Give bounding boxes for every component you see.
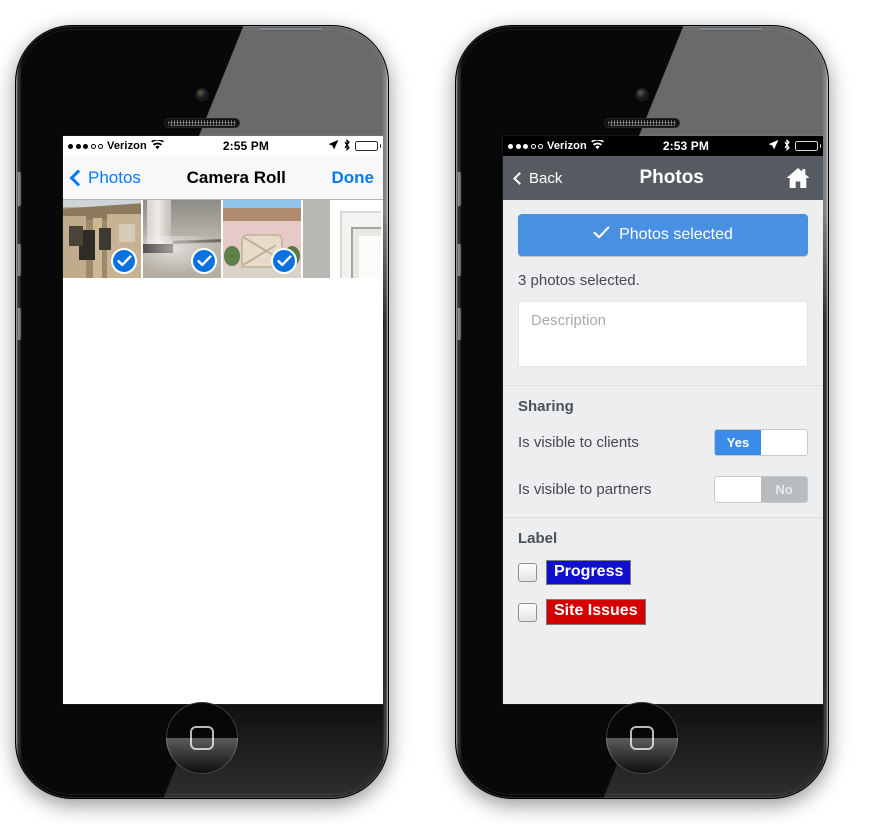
bluetooth-icon	[343, 138, 351, 154]
power-button-right[interactable]	[700, 27, 762, 31]
photo-thumbnail[interactable]	[143, 200, 221, 278]
signal-strength-dots	[508, 143, 543, 149]
chevron-left-icon	[69, 169, 87, 186]
signal-strength-dots	[68, 143, 103, 149]
label-row-site-issues: Site Issues	[503, 594, 823, 633]
description-field-wrap	[503, 301, 823, 385]
checkmark-icon	[111, 248, 137, 274]
carrier-label: Verizon	[547, 140, 587, 152]
earpiece-speaker-right	[604, 118, 680, 128]
screen-left: Verizon 2:55 PM Photos Camera Roll Done	[63, 136, 383, 704]
sharing-section-title: Sharing	[518, 398, 574, 415]
front-camera-right	[636, 89, 648, 100]
wifi-icon	[591, 139, 604, 153]
progress-tag[interactable]: Progress	[546, 560, 632, 586]
visible-to-partners-label: Is visible to partners	[518, 481, 652, 498]
toggle-knob	[761, 430, 807, 455]
volume-up-button-left[interactable]	[17, 244, 21, 276]
home-square-icon	[190, 726, 214, 750]
photo-thumbnail[interactable]	[63, 200, 141, 278]
sharing-section: Sharing Is visible to clients Yes Is vis…	[503, 385, 823, 517]
status-bar-left: Verizon 2:55 PM	[63, 136, 383, 156]
silent-switch-left[interactable]	[17, 172, 21, 206]
label-section: Label Progress Site Issues	[503, 517, 823, 634]
select-button-wrap: Photos selected	[503, 200, 823, 256]
photo-thumbnail[interactable]	[303, 200, 381, 278]
status-bar-right: Verizon 2:53 PM	[503, 136, 823, 156]
home-button-left[interactable]	[166, 702, 238, 774]
page-title-photos: Photos	[639, 167, 704, 188]
battery-icon	[795, 141, 821, 151]
label-row-progress: Progress	[503, 555, 823, 594]
checkmark-icon	[191, 248, 217, 274]
site-issues-tag[interactable]: Site Issues	[546, 599, 646, 625]
chevron-left-icon	[513, 171, 526, 185]
wifi-icon	[151, 139, 164, 153]
selected-count-text: 3 photos selected.	[518, 272, 640, 289]
toggle-state-label: No	[761, 477, 807, 502]
status-bar-left-group: Verizon	[508, 139, 604, 153]
progress-checkbox[interactable]	[518, 563, 537, 583]
status-bar-right-group	[328, 138, 381, 154]
visible-to-partners-toggle[interactable]: No	[714, 476, 808, 503]
home-square-icon	[630, 726, 654, 750]
done-button[interactable]: Done	[332, 168, 375, 188]
phone-device-left: Verizon 2:55 PM Photos Camera Roll Done	[16, 26, 388, 798]
carrier-label: Verizon	[107, 140, 147, 152]
silent-switch-right[interactable]	[457, 172, 461, 206]
visible-to-clients-label: Is visible to clients	[518, 434, 639, 451]
phone-device-right: Verizon 2:53 PM Back Photos Photos selec…	[456, 26, 828, 798]
sharing-row-partners: Is visible to partners No	[503, 470, 823, 517]
photo-thumbnail-strip	[63, 200, 383, 278]
description-input[interactable]	[518, 301, 808, 367]
back-button[interactable]: Back	[513, 169, 563, 187]
photos-selected-label: Photos selected	[619, 226, 733, 243]
checkmark-icon	[271, 248, 297, 274]
site-issues-checkbox[interactable]	[518, 602, 537, 622]
label-section-title: Label	[518, 530, 558, 547]
checkmark-icon	[593, 226, 610, 244]
photo-detail-form: Photos selected 3 photos selected. Shari…	[503, 200, 823, 704]
navigation-bar-left: Photos Camera Roll Done	[63, 156, 383, 200]
visible-to-clients-toggle[interactable]: Yes	[714, 429, 808, 456]
earpiece-speaker-left	[164, 118, 240, 128]
volume-down-button-right[interactable]	[457, 308, 461, 340]
navigation-bar-right: Back Photos	[503, 156, 823, 200]
battery-icon	[355, 141, 381, 151]
toggle-state-label: Yes	[715, 430, 761, 455]
power-button-left[interactable]	[260, 27, 322, 31]
photo-thumbnail[interactable]	[223, 200, 301, 278]
sharing-row-clients: Is visible to clients Yes	[503, 423, 823, 470]
toggle-knob	[715, 477, 761, 502]
photos-selected-button[interactable]: Photos selected	[518, 214, 808, 256]
status-bar-right-group	[768, 138, 821, 154]
home-icon[interactable]	[781, 166, 811, 190]
status-bar-clock: 2:55 PM	[222, 139, 269, 153]
home-button-right[interactable]	[606, 702, 678, 774]
location-arrow-icon	[328, 139, 339, 153]
page-title-camera-roll: Camera Roll	[186, 167, 286, 187]
back-to-photos-button[interactable]: Photos	[69, 167, 141, 188]
bluetooth-icon	[783, 138, 791, 154]
volume-up-button-right[interactable]	[457, 244, 461, 276]
volume-down-button-left[interactable]	[17, 308, 21, 340]
front-camera-left	[196, 89, 208, 100]
status-bar-left-group: Verizon	[68, 139, 164, 153]
location-arrow-icon	[768, 139, 779, 153]
screen-right: Verizon 2:53 PM Back Photos Photos selec…	[503, 136, 823, 704]
photo-grid-empty-area	[63, 278, 383, 704]
back-button-label: Back	[529, 169, 563, 187]
back-button-label: Photos	[88, 167, 141, 187]
status-bar-clock: 2:53 PM	[662, 139, 709, 153]
